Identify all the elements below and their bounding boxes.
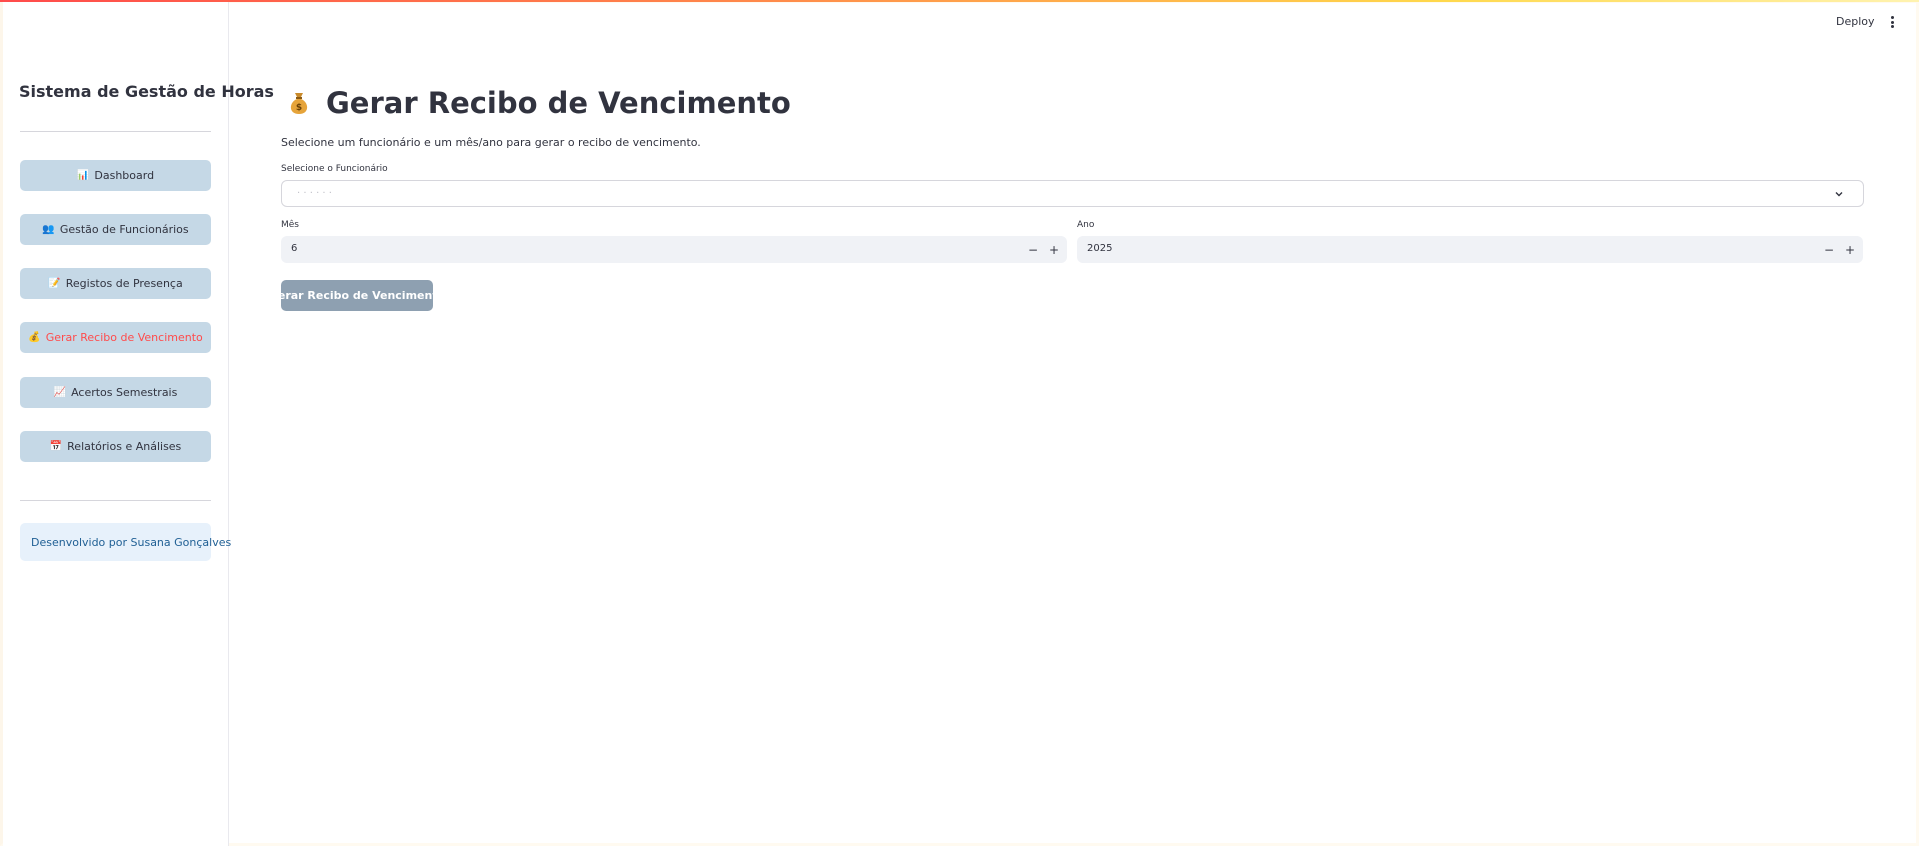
year-increment-button[interactable]: +: [1841, 240, 1859, 259]
employee-select[interactable]: · · · · · ·: [281, 180, 1864, 207]
employee-select-label: Selecione o Funcionário: [281, 164, 388, 174]
sidebar: Sistema de Gestão de Horas 📊 Dashboard 👥…: [3, 2, 274, 846]
calendar-icon: 📅: [49, 441, 63, 452]
sidebar-item-label: Acertos Semestrais: [71, 386, 178, 399]
sidebar-divider-top: [20, 131, 211, 132]
deploy-button[interactable]: Deploy: [1836, 15, 1875, 28]
top-decoration-stripe: [0, 0, 1919, 2]
year-stepper: 2025 − +: [1077, 236, 1863, 263]
month-increment-button[interactable]: +: [1045, 240, 1063, 259]
memo-icon: 📝: [48, 278, 61, 289]
sidebar-divider-bottom: [20, 500, 211, 501]
sidebar-item-attendance[interactable]: 📝 Registos de Presença: [20, 268, 211, 299]
sidebar-item-label: Dashboard: [94, 169, 155, 182]
chart-icon: 📊: [76, 170, 90, 181]
chevron-down-icon: [1835, 192, 1843, 197]
sidebar-item-label: Gerar Recibo de Vencimento: [45, 331, 203, 344]
sidebar-item-label: Gestão de Funcionários: [59, 223, 189, 236]
sidebar-item-semester-adjustments[interactable]: 📈 Acertos Semestrais: [20, 377, 211, 408]
month-stepper: 6 − +: [281, 236, 1067, 263]
page-title: $ Gerar Recibo de Vencimento: [285, 86, 791, 120]
year-input[interactable]: 2025: [1087, 243, 1112, 254]
month-input[interactable]: 6: [291, 243, 297, 254]
people-icon: 👥: [42, 224, 55, 235]
sidebar-item-dashboard[interactable]: 📊 Dashboard: [20, 160, 211, 191]
month-label: Mês: [281, 220, 299, 230]
month-decrement-button[interactable]: −: [1024, 240, 1042, 259]
employee-select-value: · · · · · ·: [297, 188, 332, 199]
year-label: Ano: [1077, 220, 1095, 230]
sidebar-item-label: Relatórios e Análises: [67, 440, 182, 453]
trend-chart-icon: 📈: [53, 387, 67, 398]
sidebar-item-reports[interactable]: 📅 Relatórios e Análises: [20, 431, 211, 462]
sidebar-item-payslip[interactable]: 💰 Gerar Recibo de Vencimento: [20, 322, 211, 353]
app-frame: [0, 0, 1919, 846]
page-title-text: Gerar Recibo de Vencimento: [326, 86, 791, 120]
sidebar-item-employees[interactable]: 👥 Gestão de Funcionários: [20, 214, 211, 245]
generate-payslip-button[interactable]: Gerar Recibo de Vencimento: [269, 280, 445, 311]
money-bag-icon: $: [285, 89, 313, 117]
svg-text:$: $: [296, 103, 302, 113]
sidebar-item-label: Registos de Presença: [65, 277, 183, 290]
kebab-menu-icon[interactable]: [1887, 14, 1897, 30]
sidebar-title: Sistema de Gestão de Horas: [19, 82, 274, 101]
page-description: Selecione um funcionário e um mês/ano pa…: [281, 136, 701, 149]
developer-credit: Desenvolvido por Susana Gonçalves: [20, 523, 231, 561]
money-bag-icon: 💰: [28, 332, 41, 343]
year-decrement-button[interactable]: −: [1820, 240, 1838, 259]
